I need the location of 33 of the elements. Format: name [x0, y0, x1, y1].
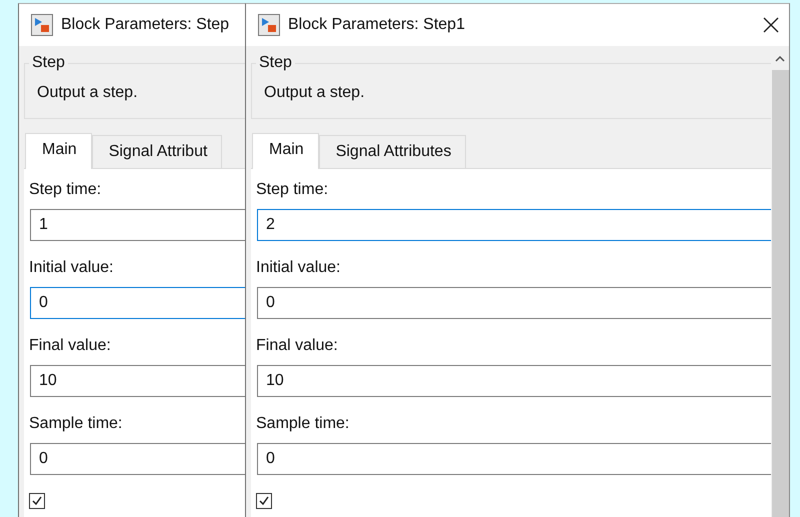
check-icon — [258, 495, 270, 507]
description-text: Output a step. — [37, 83, 139, 103]
tab[interactable]: Signal Attributes — [318, 135, 466, 168]
field-label: Initial value: — [256, 259, 342, 278]
block-icon — [31, 14, 53, 36]
window-title: Block Parameters: Step — [61, 16, 230, 34]
close-icon[interactable] — [763, 17, 779, 33]
input-field[interactable]: 10 — [257, 365, 771, 397]
checkbox[interactable] — [29, 493, 45, 509]
tab[interactable]: Signal Attribut — [92, 135, 222, 168]
field-label: Final value: — [256, 337, 339, 356]
input-field[interactable]: 0 — [30, 287, 245, 319]
tab[interactable]: Main — [25, 133, 92, 169]
input-field[interactable]: 1 — [30, 209, 245, 241]
field-label: Step time: — [29, 181, 102, 200]
input-field[interactable]: 10 — [30, 365, 245, 397]
checkbox[interactable] — [256, 493, 272, 509]
field-label: Sample time: — [29, 415, 124, 434]
input-field[interactable]: 0 — [257, 287, 771, 319]
description-text: Output a step. — [264, 83, 366, 103]
input-field[interactable]: 0 — [30, 443, 245, 475]
field-label: Final value: — [29, 337, 112, 356]
check-icon — [31, 495, 43, 507]
field-label: Initial value: — [29, 259, 114, 278]
input-field[interactable]: 2 — [257, 209, 771, 241]
field-label: Step time: — [256, 181, 330, 200]
group-title: Step — [258, 54, 293, 72]
group-title: Step — [31, 54, 66, 72]
tab[interactable]: Main — [252, 133, 319, 169]
window-title: Block Parameters: Step1 — [288, 16, 465, 34]
input-field[interactable]: 0 — [257, 443, 771, 475]
block-icon — [258, 14, 280, 36]
field-label: Sample time: — [256, 415, 350, 434]
